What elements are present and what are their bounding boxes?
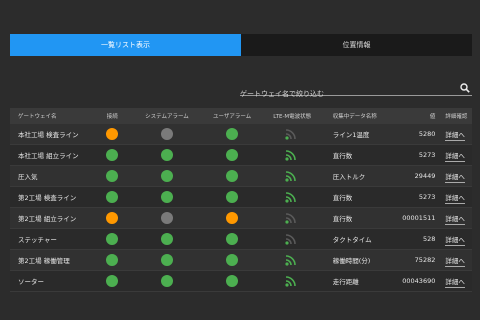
- detail-link[interactable]: 詳細へ: [445, 278, 465, 288]
- table-row: 本社工場 検査ライン ライン1温度 5280 詳細へ: [10, 124, 472, 145]
- gateway-name: 第2工場 稼働管理: [18, 257, 70, 265]
- data-value: 00043690: [402, 277, 436, 285]
- system-alarm-indicator: [160, 212, 173, 224]
- detail-link[interactable]: 詳細へ: [445, 131, 465, 141]
- view-tabs: 一覧リスト表示 位置情報: [10, 34, 472, 56]
- table-row: 第2工場 検査ライン 直行数 5273 詳細へ: [10, 187, 472, 208]
- system-alarm-indicator: [160, 233, 173, 245]
- data-name: 直行数: [332, 194, 353, 202]
- data-value: 75282: [414, 256, 436, 264]
- system-alarm-indicator: [160, 149, 173, 161]
- header-system-alarm: システムアラーム: [145, 114, 189, 120]
- connection-status-indicator: [106, 212, 119, 224]
- detail-link[interactable]: 詳細へ: [445, 152, 465, 162]
- lte-signal-icon: [285, 192, 297, 203]
- data-value: 528: [422, 235, 436, 243]
- connection-status-indicator: [106, 191, 119, 203]
- system-alarm-indicator: [160, 128, 173, 140]
- data-name: 直行数: [332, 215, 353, 223]
- connection-status-indicator: [106, 128, 119, 140]
- user-alarm-indicator: [226, 233, 239, 245]
- system-alarm-indicator: [160, 275, 173, 287]
- user-alarm-indicator: [226, 149, 239, 161]
- gateway-table: ゲートウェイ名 接続 システムアラーム ユーザアラーム LTE-M電波状態 収集…: [10, 108, 472, 292]
- connection-status-indicator: [106, 170, 119, 182]
- gateway-name: 圧入気: [18, 173, 38, 181]
- header-value: 値: [429, 114, 436, 120]
- connection-status-indicator: [106, 233, 119, 245]
- lte-signal-icon: [285, 129, 297, 140]
- data-value: 00001511: [402, 214, 436, 222]
- system-alarm-indicator: [160, 170, 173, 182]
- gateway-name: 第2工場 組立ライン: [18, 215, 77, 223]
- detail-link[interactable]: 詳細へ: [445, 173, 465, 183]
- data-name: 走行距離: [332, 278, 359, 286]
- detail-link[interactable]: 詳細へ: [445, 194, 465, 204]
- system-alarm-indicator: [160, 254, 173, 266]
- detail-link[interactable]: 詳細へ: [445, 215, 465, 225]
- header-detail: 詳細確認: [445, 114, 468, 120]
- lte-signal-icon: [285, 150, 297, 161]
- data-value: 5273: [418, 193, 436, 201]
- tab-location[interactable]: 位置情報: [241, 34, 472, 56]
- table-row: 第2工場 組立ライン 直行数 00001511 詳細へ: [10, 208, 472, 229]
- data-name: タクトタイム: [332, 236, 372, 244]
- table-header: ゲートウェイ名 接続 システムアラーム ユーザアラーム LTE-M電波状態 収集…: [10, 108, 472, 124]
- user-alarm-indicator: [226, 170, 239, 182]
- search-bar: [240, 81, 472, 101]
- user-alarm-indicator: [226, 254, 239, 266]
- connection-status-indicator: [106, 254, 119, 266]
- user-alarm-indicator: [226, 275, 239, 287]
- table-row: ソーター 走行距離 00043690 詳細へ: [10, 271, 472, 292]
- detail-link[interactable]: 詳細へ: [445, 257, 465, 267]
- user-alarm-indicator: [226, 128, 239, 140]
- gateway-name: 本社工場 検査ライン: [18, 131, 79, 139]
- detail-link[interactable]: 詳細へ: [445, 236, 465, 246]
- data-name: ライン1温度: [332, 131, 370, 139]
- table-row: ステッチャー タクトタイム 528 詳細へ: [10, 229, 472, 250]
- user-alarm-indicator: [226, 212, 239, 224]
- lte-signal-icon: [285, 171, 297, 182]
- table-body: 本社工場 検査ライン ライン1温度 5280 詳細へ 本社工場 組立ライン 直行数 5273…: [10, 124, 472, 292]
- data-value: 5280: [418, 130, 436, 138]
- connection-status-indicator: [106, 149, 119, 161]
- data-value: 29449: [414, 172, 436, 180]
- header-data-name: 収集中データ名称: [332, 114, 377, 120]
- connection-status-indicator: [106, 275, 119, 287]
- gateway-search-input[interactable]: [240, 87, 455, 101]
- gateway-name: ステッチャー: [18, 236, 57, 244]
- table-row: 本社工場 組立ライン 直行数 5273 詳細へ: [10, 145, 472, 166]
- user-alarm-indicator: [226, 191, 239, 203]
- lte-signal-icon: [285, 255, 297, 266]
- lte-signal-icon: [285, 234, 297, 245]
- system-alarm-indicator: [160, 191, 173, 203]
- lte-signal-icon: [285, 276, 297, 287]
- header-user-alarm: ユーザアラーム: [212, 114, 252, 120]
- search-icon[interactable]: [460, 83, 470, 93]
- header-connection: 接続: [106, 114, 118, 120]
- header-gateway-name: ゲートウェイ名: [18, 114, 57, 120]
- data-name: 圧入トルク: [332, 173, 366, 181]
- gateway-name: ソーター: [18, 278, 44, 286]
- data-name: 稼働時間(分): [332, 257, 371, 265]
- table-row: 圧入気 圧入トルク 29449 詳細へ: [10, 166, 472, 187]
- tab-list-view[interactable]: 一覧リスト表示: [10, 34, 241, 56]
- gateway-name: 本社工場 組立ライン: [18, 152, 79, 160]
- gateway-name: 第2工場 検査ライン: [18, 194, 77, 202]
- data-name: 直行数: [332, 152, 353, 160]
- data-value: 5273: [418, 151, 436, 159]
- header-lte-signal: LTE-M電波状態: [273, 114, 312, 120]
- lte-signal-icon: [285, 213, 297, 224]
- table-row: 第2工場 稼働管理 稼働時間(分) 75282 詳細へ: [10, 250, 472, 271]
